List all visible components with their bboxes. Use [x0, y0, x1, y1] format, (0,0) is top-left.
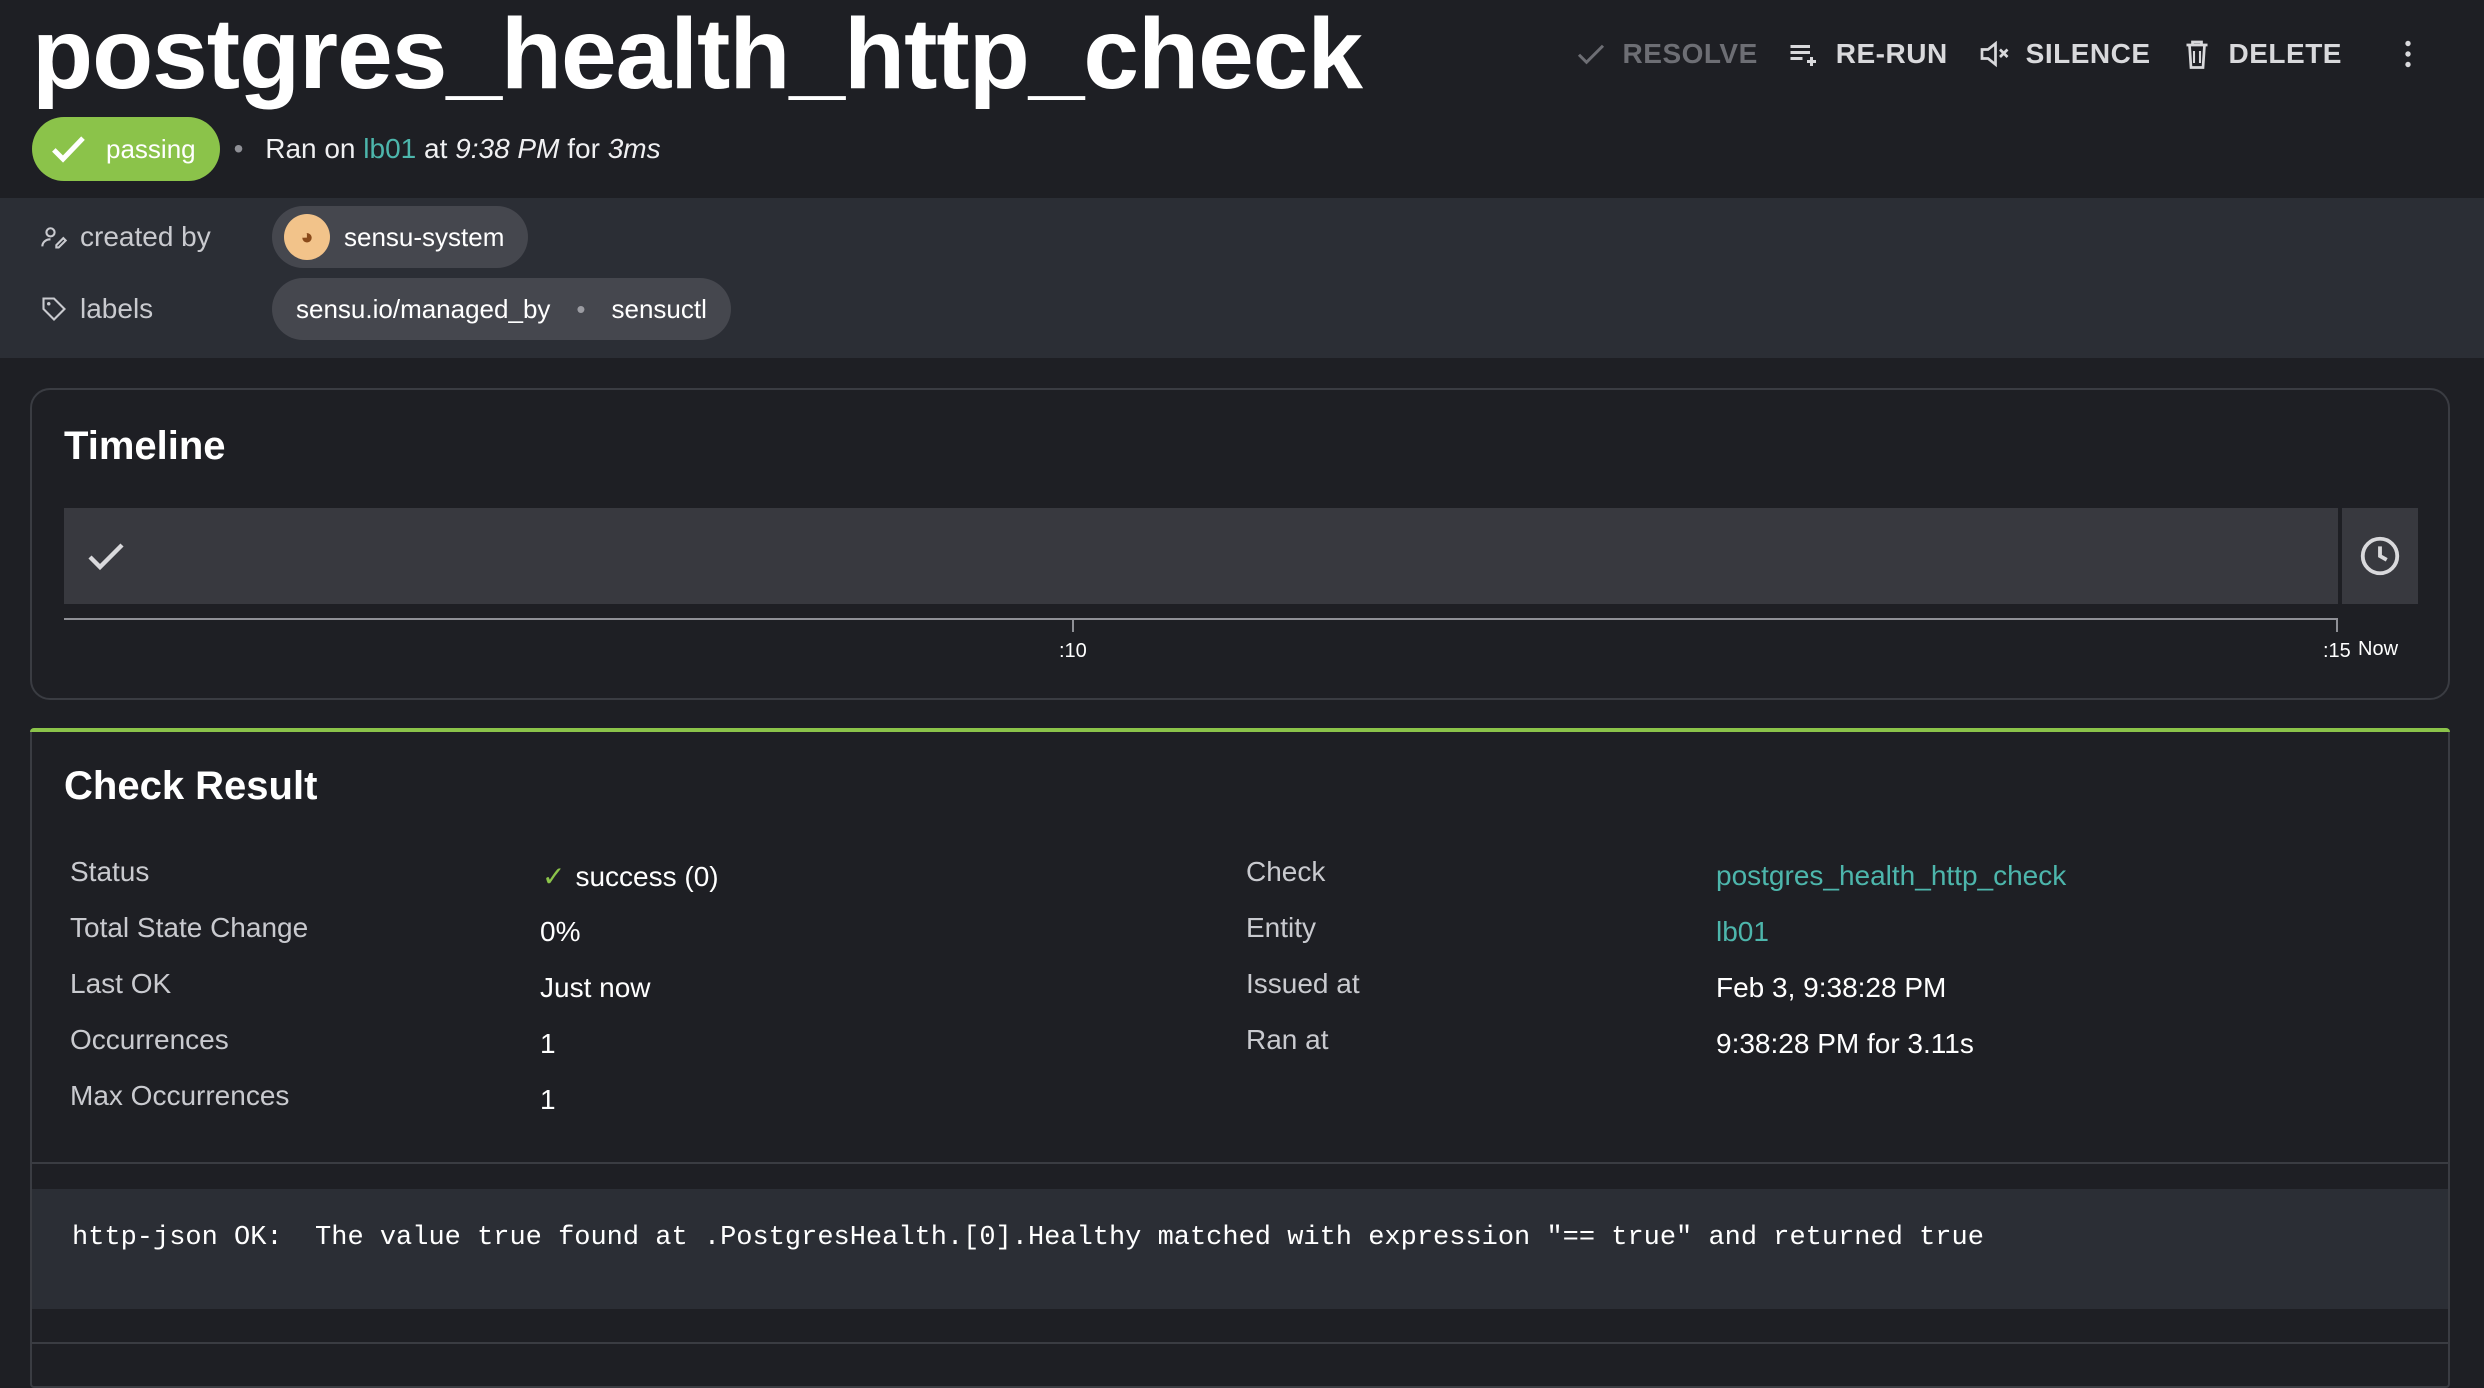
entity-link[interactable]: lb01 — [363, 133, 416, 164]
label-key: sensu.io/managed_by — [296, 293, 551, 324]
max-occurrences-label: Max Occurrences — [70, 1080, 290, 1111]
entity-label: Entity — [1246, 912, 1317, 943]
last-ok-value: Just now — [540, 972, 651, 1003]
resolve-label: RESOLVE — [1622, 38, 1758, 69]
rerun-label: RE-RUN — [1835, 38, 1948, 69]
issued-at-value: Feb 3, 9:38:28 PM — [1716, 972, 1947, 1003]
labels-label-wrap: labels — [40, 293, 272, 325]
volume-off-icon — [1980, 40, 2009, 68]
ran-time: 9:38 PM — [455, 133, 560, 164]
check-icon: ✓ — [542, 861, 566, 892]
entity-link[interactable]: lb01 — [1716, 916, 1769, 948]
status-accent-bar — [30, 728, 2450, 732]
timeline-clock-button[interactable] — [2342, 508, 2418, 604]
timeline-bar — [64, 508, 2338, 604]
timeline-axis — [64, 618, 2338, 620]
occurrences-value: 1 — [540, 1028, 556, 1059]
ran-summary: • Ran on lb01 at 9:38 PM for 3ms — [233, 133, 661, 164]
created-by-label: created by — [80, 221, 211, 252]
axis-tick-label: :15 — [2323, 640, 2351, 662]
axis-tick — [1072, 618, 1074, 632]
check-link[interactable]: postgres_health_http_check — [1716, 860, 2066, 892]
total-state-change-value: 0% — [540, 916, 581, 947]
total-state-change-label: Total State Change — [70, 912, 309, 943]
max-occurrences-value: 1 — [540, 1084, 556, 1115]
last-ok-label: Last OK — [70, 968, 172, 999]
check-result-card: Check Result Status ✓ success (0) Total S… — [30, 728, 2450, 1388]
check-icon — [52, 136, 85, 163]
axis-tick — [2336, 618, 2338, 632]
person-edit-icon — [41, 227, 68, 249]
silence-button[interactable]: SILENCE — [1962, 28, 2165, 80]
toolbar: RESOLVE RE-RUN SILENCE DELETE — [1559, 28, 2444, 80]
issued-at-label: Issued at — [1246, 968, 1360, 999]
more-menu-button[interactable] — [2356, 28, 2444, 80]
label-separator: • — [576, 293, 586, 324]
trash-icon — [2186, 40, 2208, 69]
divider — [32, 1342, 2448, 1344]
label-value: sensuctl — [611, 293, 707, 324]
check-result-title: Check Result — [64, 764, 318, 808]
silence-label: SILENCE — [2025, 38, 2151, 69]
ran-prefix: Ran on — [265, 133, 356, 164]
delete-label: DELETE — [2228, 38, 2342, 69]
clock-icon — [2360, 536, 2400, 576]
labels-row: labels sensu.io/managed_by • sensuctl — [40, 278, 731, 340]
axis-now-label: Now — [2358, 638, 2399, 660]
labels-label: labels — [80, 293, 154, 324]
page-header: postgres_health_http_check RESOLVE RE-RU… — [0, 0, 2484, 198]
status-label: passing — [106, 133, 196, 164]
ran-for-word: for — [567, 133, 600, 164]
timeline-title: Timeline — [64, 424, 226, 468]
check-icon — [88, 543, 124, 571]
check-output: http-json OK: The value true found at .P… — [32, 1189, 2448, 1309]
axis-tick-label: :10 — [1059, 640, 1087, 662]
divider — [32, 1162, 2448, 1164]
created-by-value: sensu-system — [344, 221, 505, 252]
page-title: postgres_health_http_check — [32, 0, 1363, 110]
occurrences-label: Occurrences — [70, 1024, 229, 1055]
ran-at-word: at — [424, 133, 448, 164]
status-badge: passing — [32, 117, 220, 181]
ran-at-label: Ran at — [1246, 1024, 1329, 1055]
queue-add-icon — [1790, 45, 1816, 66]
created-by-chip[interactable]: ◕ sensu-system — [272, 206, 529, 268]
status-value-text: success (0) — [575, 861, 719, 892]
created-by-row: created by ◕ sensu-system — [40, 206, 529, 268]
ran-at-value: 9:38:28 PM for 3.11s — [1716, 1028, 1974, 1059]
delete-button[interactable]: DELETE — [2165, 28, 2356, 80]
metadata-panel: created by ◕ sensu-system labels sensu.i… — [0, 198, 2484, 358]
created-by-label-wrap: created by — [40, 221, 272, 253]
resolve-button[interactable]: RESOLVE — [1559, 28, 1772, 80]
check-label: Check — [1246, 856, 1326, 887]
check-icon — [1577, 44, 1604, 65]
more-vert-icon — [2405, 40, 2411, 68]
status-row: passing • Ran on lb01 at 9:38 PM for 3ms — [32, 117, 661, 181]
tag-icon — [42, 297, 66, 321]
rerun-button[interactable]: RE-RUN — [1772, 28, 1962, 80]
status-label: Status — [70, 856, 150, 887]
avatar: ◕ — [284, 214, 330, 260]
ran-duration: 3ms — [607, 133, 661, 164]
timeline-card: Timeline :10 :15 Now — [30, 388, 2450, 700]
label-chip[interactable]: sensu.io/managed_by • sensuctl — [272, 278, 731, 340]
status-value: ✓ success (0) — [542, 860, 719, 893]
